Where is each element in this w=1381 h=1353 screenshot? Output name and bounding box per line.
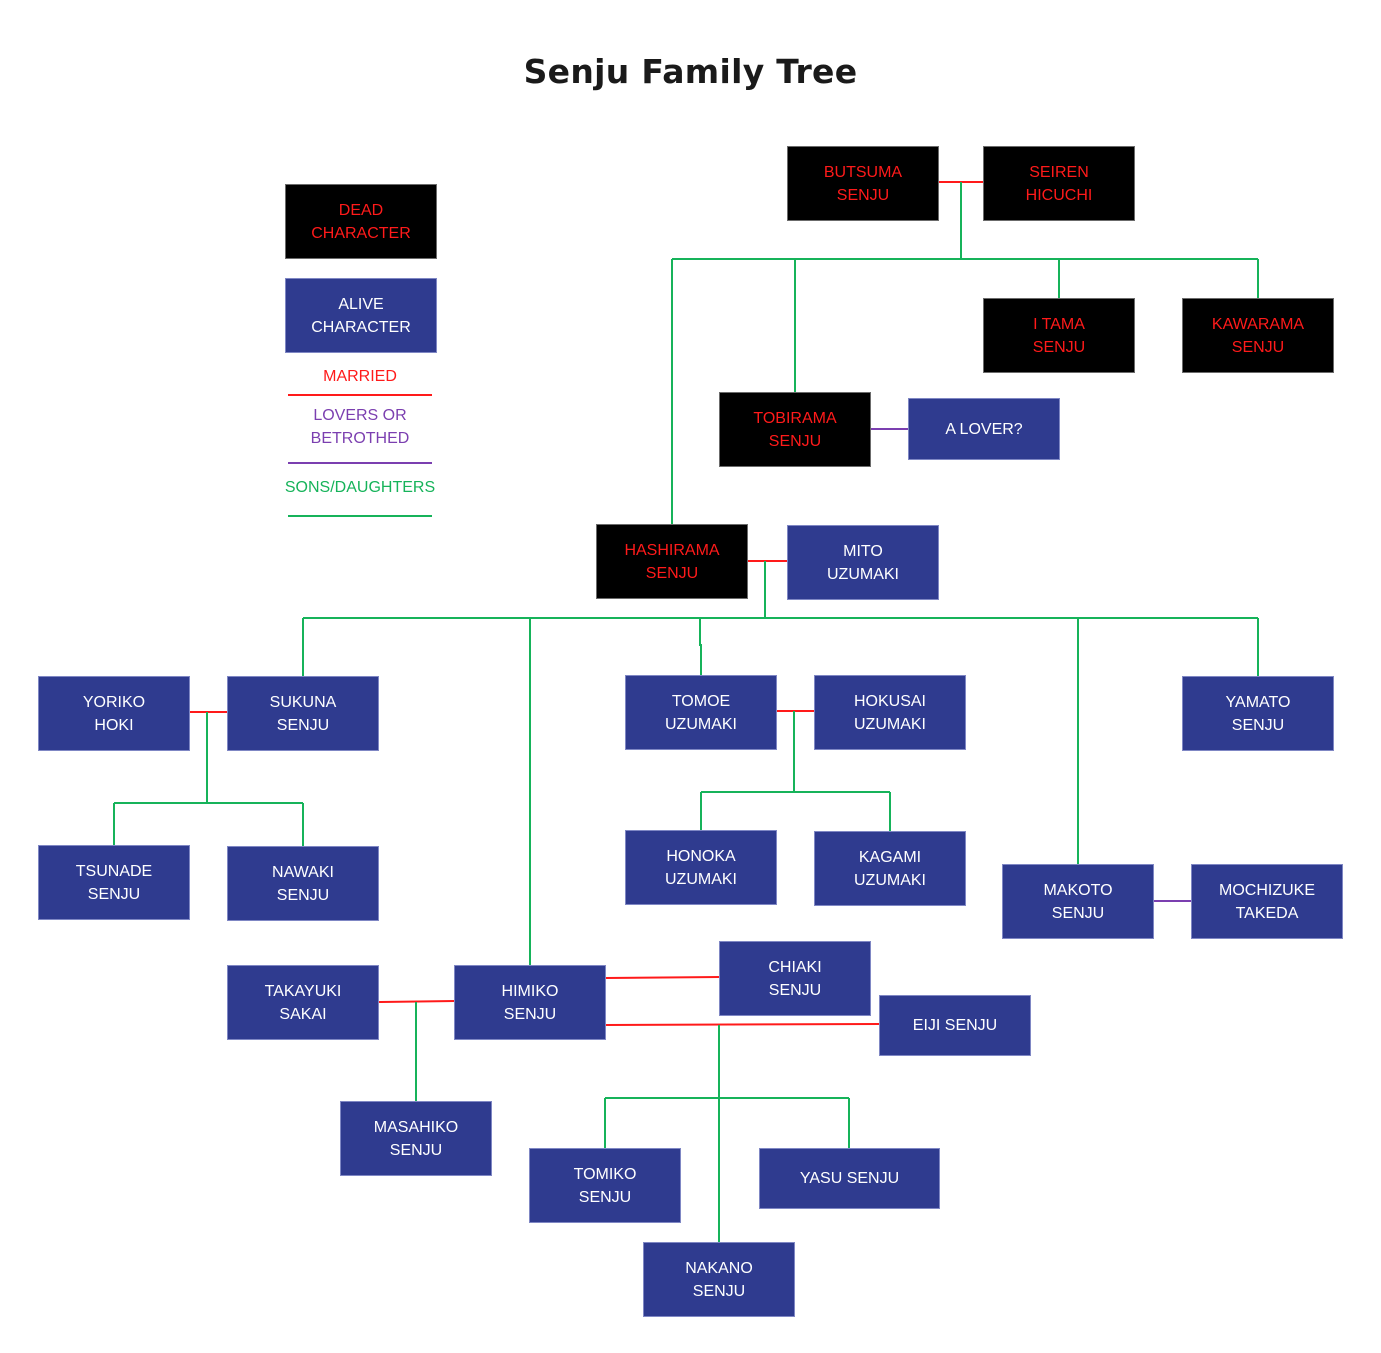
person-alover[interactable]: A LOVER? xyxy=(908,398,1060,460)
legend-dead-box: DEAD CHARACTER xyxy=(285,184,437,259)
children-line-tomoe xyxy=(699,618,702,675)
legend-alive-box: ALIVE CHARACTER xyxy=(285,278,437,353)
legend-married-label: MARRIED xyxy=(323,368,397,385)
legend-children-label: SONS/DAUGHTERS xyxy=(284,479,436,496)
legend-lovers-label: LOVERS OR BETROTHED xyxy=(310,407,410,447)
person-nakano[interactable]: NAKANO SENJU xyxy=(643,1242,795,1317)
person-takayuki[interactable]: TAKAYUKI SAKAI xyxy=(227,965,379,1040)
person-yasu[interactable]: YASU SENJU xyxy=(759,1148,940,1209)
person-tomiko[interactable]: TOMIKO SENJU xyxy=(529,1148,681,1223)
person-makoto[interactable]: MAKOTO SENJU xyxy=(1002,864,1154,939)
person-kawarama[interactable]: KAWARAMA SENJU xyxy=(1182,298,1334,373)
person-sukuna[interactable]: SUKUNA SENJU xyxy=(227,676,379,751)
married-line-himiko-eiji xyxy=(605,1023,881,1026)
person-yoriko[interactable]: YORIKO HOKI xyxy=(38,676,190,751)
person-hokusai[interactable]: HOKUSAI UZUMAKI xyxy=(814,675,966,750)
person-seiren[interactable]: SEIREN HICUCHI xyxy=(983,146,1135,221)
person-itama[interactable]: I TAMA SENJU xyxy=(983,298,1135,373)
person-tsunade[interactable]: TSUNADE SENJU xyxy=(38,845,190,920)
person-tobirama[interactable]: TOBIRAMA SENJU xyxy=(719,392,871,467)
person-hashirama[interactable]: HASHIRAMA SENJU xyxy=(596,524,748,599)
person-mochizuke[interactable]: MOCHIZUKE TAKEDA xyxy=(1191,864,1343,939)
person-himiko[interactable]: HIMIKO SENJU xyxy=(454,965,606,1040)
person-tomoe[interactable]: TOMOE UZUMAKI xyxy=(625,675,777,750)
person-chiaki[interactable]: CHIAKI SENJU xyxy=(719,941,871,1016)
person-eiji[interactable]: EIJI SENJU xyxy=(879,995,1031,1056)
person-nawaki[interactable]: NAWAKI SENJU xyxy=(227,846,379,921)
person-masahiko[interactable]: MASAHIKO SENJU xyxy=(340,1101,492,1176)
person-yamato[interactable]: YAMATO SENJU xyxy=(1182,676,1334,751)
person-butsuma[interactable]: BUTSUMA SENJU xyxy=(787,146,939,221)
person-kagami[interactable]: KAGAMI UZUMAKI xyxy=(814,831,966,906)
person-honoka[interactable]: HONOKA UZUMAKI xyxy=(625,830,777,905)
married-line-himiko-chiaki xyxy=(605,976,721,979)
married-line-takayuki-himiko xyxy=(378,1000,456,1003)
person-mito[interactable]: MITO UZUMAKI xyxy=(787,525,939,600)
